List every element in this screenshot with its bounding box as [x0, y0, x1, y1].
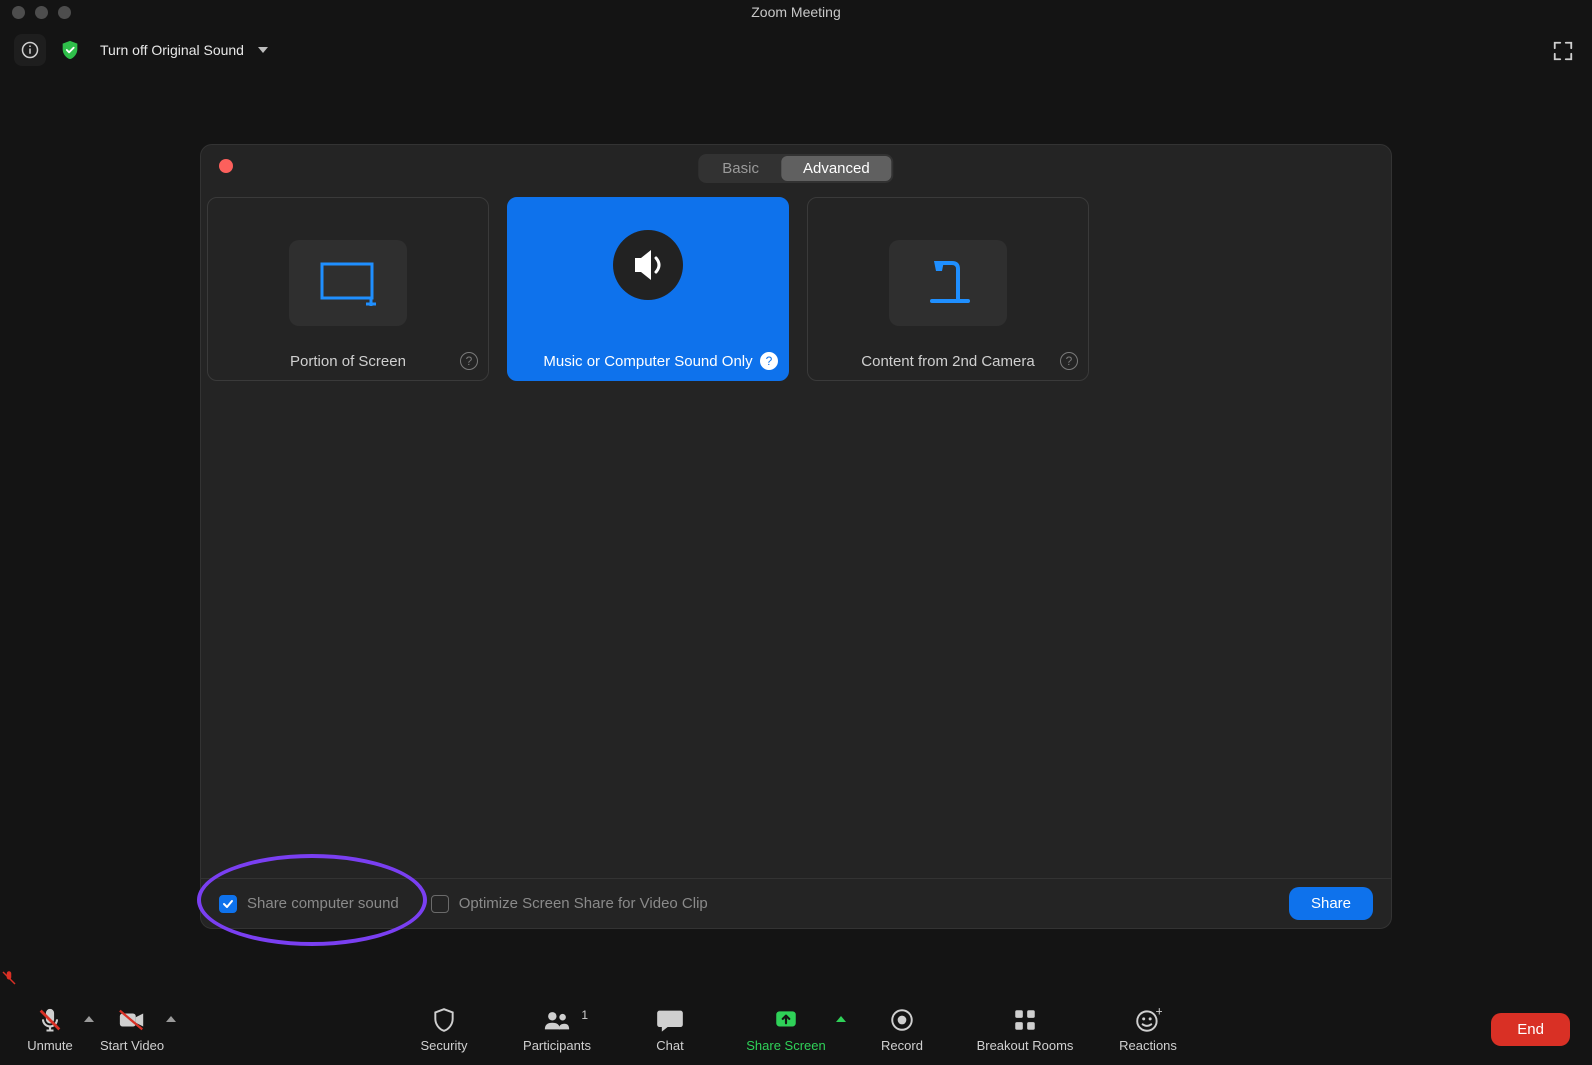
encryption-status-button[interactable]: [54, 34, 86, 66]
help-icon[interactable]: ?: [1060, 352, 1078, 370]
share-options-grid: Portion of Screen ? Music or Computer So…: [207, 197, 1089, 381]
mic-muted-icon: [0, 969, 18, 987]
tab-basic[interactable]: Basic: [700, 156, 781, 181]
security-label: Security: [421, 1038, 468, 1053]
participants-icon: [543, 1006, 571, 1034]
share-computer-sound-checkbox[interactable]: Share computer sound: [219, 895, 399, 913]
portion-of-screen-icon-box: [289, 240, 407, 326]
unmute-label: Unmute: [27, 1038, 73, 1053]
shield-icon: [430, 1006, 458, 1034]
help-icon[interactable]: ?: [760, 352, 778, 370]
end-meeting-button[interactable]: End: [1491, 1013, 1570, 1046]
reactions-label: Reactions: [1119, 1038, 1177, 1053]
record-button[interactable]: Record: [870, 1006, 934, 1053]
start-video-button[interactable]: Start Video: [100, 1006, 164, 1053]
participants-count: 1: [581, 1008, 588, 1022]
sound-icon-box: [611, 228, 685, 302]
toolbar-center-group: Security 1 Participants Chat: [412, 1006, 1180, 1053]
shield-check-icon: [59, 39, 81, 61]
window-title: Zoom Meeting: [0, 4, 1592, 20]
share-button[interactable]: Share: [1289, 887, 1373, 920]
enter-fullscreen-button[interactable]: [1552, 40, 1574, 62]
share-screen-icon: [772, 1006, 800, 1034]
chat-button[interactable]: Chat: [638, 1006, 702, 1053]
chat-icon: [656, 1006, 684, 1034]
share-option-second-camera[interactable]: Content from 2nd Camera ?: [807, 197, 1089, 381]
chat-label: Chat: [656, 1038, 683, 1053]
window-zoom-dot[interactable]: [58, 6, 71, 19]
speaker-icon: [611, 228, 685, 302]
share-screen-button[interactable]: Share Screen: [738, 1006, 834, 1053]
share-option-label: Portion of Screen: [208, 353, 488, 370]
optimize-video-checkbox[interactable]: Optimize Screen Share for Video Clip: [431, 895, 708, 913]
second-camera-icon-box: [889, 240, 1007, 326]
record-label: Record: [881, 1038, 923, 1053]
toolbar-right-group: End: [1491, 1013, 1592, 1046]
top-controls: Turn off Original Sound: [14, 34, 280, 66]
portion-of-screen-icon: [318, 260, 378, 306]
security-button[interactable]: Security: [412, 1006, 476, 1053]
chevron-up-icon[interactable]: [836, 1016, 846, 1022]
expand-icon: [1552, 40, 1574, 62]
record-icon: [888, 1006, 916, 1034]
share-sound-label: Share computer sound: [247, 895, 399, 912]
tab-advanced[interactable]: Advanced: [781, 156, 892, 181]
share-tabs: Basic Advanced: [698, 154, 893, 183]
window-traffic-lights[interactable]: [12, 6, 71, 19]
info-icon: [21, 41, 39, 59]
camera-off-icon: [118, 1006, 146, 1034]
start-video-label: Start Video: [100, 1038, 164, 1053]
meeting-info-button[interactable]: [14, 34, 46, 66]
participants-label: Participants: [523, 1038, 591, 1053]
participants-button[interactable]: 1 Participants: [512, 1006, 602, 1053]
breakout-rooms-label: Breakout Rooms: [977, 1038, 1074, 1053]
share-panel-footer: Share computer sound Optimize Screen Sha…: [201, 878, 1391, 928]
chevron-up-icon[interactable]: [166, 1016, 176, 1022]
breakout-rooms-icon: [1011, 1006, 1039, 1034]
reactions-icon: +: [1134, 1006, 1162, 1034]
share-screen-label: Share Screen: [746, 1038, 826, 1053]
mic-muted-icon: [36, 1006, 64, 1034]
meeting-toolbar: Unmute Start Video Security: [0, 993, 1592, 1065]
self-mic-muted-indicator: [0, 969, 20, 989]
optimize-label: Optimize Screen Share for Video Clip: [459, 895, 708, 912]
original-sound-label: Turn off Original Sound: [100, 42, 244, 58]
desk-lamp-icon: [918, 257, 978, 309]
breakout-rooms-button[interactable]: Breakout Rooms: [970, 1006, 1080, 1053]
panel-close-button[interactable]: [219, 159, 233, 173]
checkbox-checked-icon: [219, 895, 237, 913]
window-close-dot[interactable]: [12, 6, 25, 19]
svg-text:+: +: [1156, 1007, 1162, 1019]
share-option-portion-of-screen[interactable]: Portion of Screen ?: [207, 197, 489, 381]
chevron-up-icon[interactable]: [84, 1016, 94, 1022]
share-screen-panel: Basic Advanced Portion of Screen ?: [200, 144, 1392, 929]
original-sound-toggle[interactable]: Turn off Original Sound: [94, 34, 280, 66]
reactions-button[interactable]: + Reactions: [1116, 1006, 1180, 1053]
unmute-button[interactable]: Unmute: [18, 1006, 82, 1053]
share-option-label: Content from 2nd Camera: [808, 353, 1088, 370]
window-minimize-dot[interactable]: [35, 6, 48, 19]
share-option-computer-sound[interactable]: Music or Computer Sound Only ?: [507, 197, 789, 381]
checkbox-unchecked-icon: [431, 895, 449, 913]
help-icon[interactable]: ?: [460, 352, 478, 370]
window-titlebar: Zoom Meeting: [0, 0, 1592, 24]
chevron-down-icon: [258, 47, 268, 53]
toolbar-left-group: Unmute Start Video: [0, 1006, 164, 1053]
share-option-label: Music or Computer Sound Only: [508, 353, 788, 370]
